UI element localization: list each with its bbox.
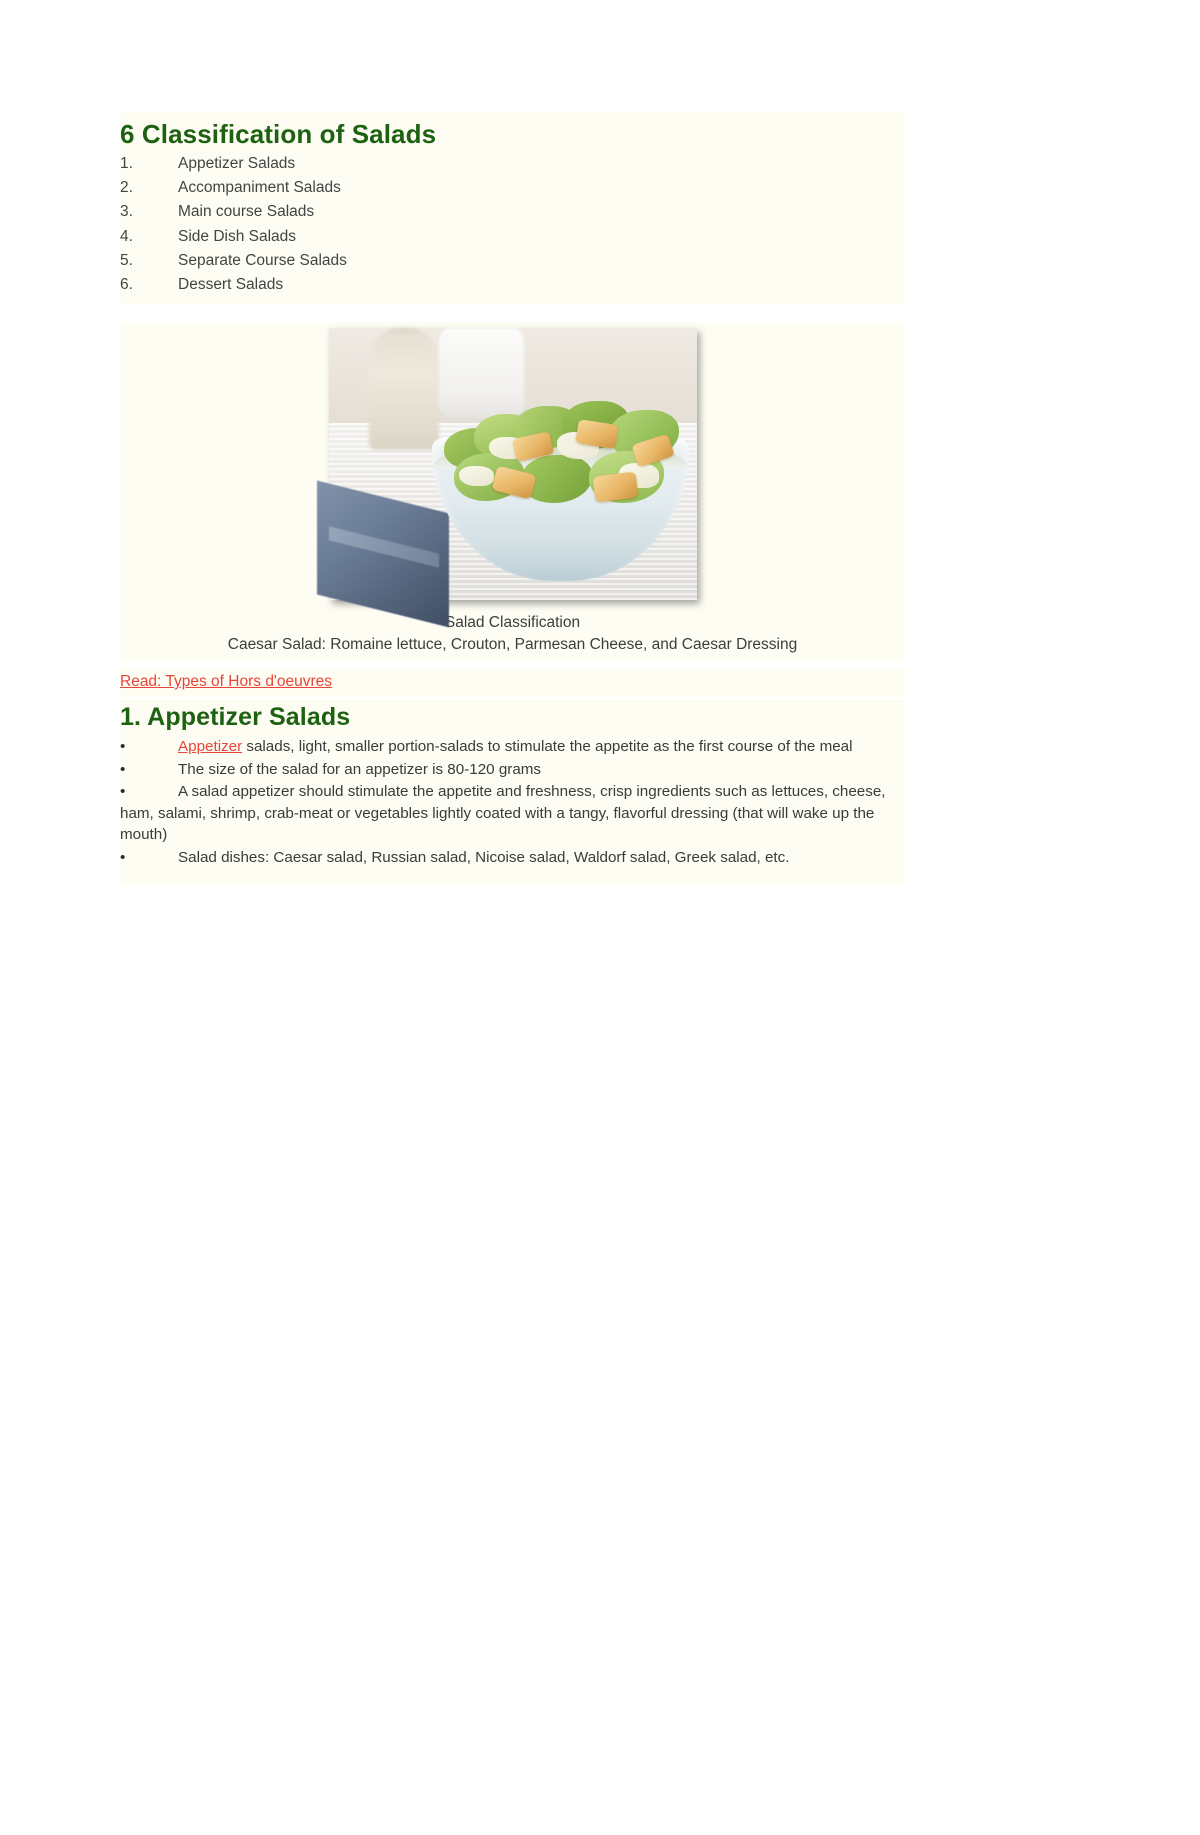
photo-dressing-bottle <box>368 333 439 451</box>
figure-section: Salad Classification Caesar Salad: Romai… <box>120 322 905 662</box>
list-item-label: Separate Course Salads <box>178 251 347 269</box>
figure-caption-line-2: Caesar Salad: Romaine lettuce, Crouton, … <box>227 636 798 653</box>
list-item-number: 3. <box>120 203 133 221</box>
photo-parmesan-shaving <box>458 465 494 487</box>
classification-list: 1. Appetizer Salads 2. Accompaniment Salad… <box>120 152 905 297</box>
list-item-number: 2. <box>120 179 133 197</box>
list-item: 3. Main course Salads <box>120 200 905 224</box>
figure-caption: Salad Classification Caesar Salad: Romai… <box>120 600 905 656</box>
list-item: • The size of the salad for an appetizer … <box>120 759 905 781</box>
read-more-section: Read: Types of Hors d'oeuvres <box>120 668 905 697</box>
list-item: • Salad dishes: Caesar salad, Russian sal… <box>120 847 905 869</box>
list-item-number: 6. <box>120 276 133 294</box>
list-item: 4. Side Dish Salads <box>120 225 905 249</box>
caesar-salad-image <box>317 328 697 628</box>
list-item-text: salads, light, smaller portion-salads to… <box>242 738 853 755</box>
appetizer-salads-section: 1. Appetizer Salads • Appetizer salads, l… <box>120 700 905 885</box>
section-title: 1. Appetizer Salads <box>120 703 351 731</box>
photo-crouton <box>592 471 638 503</box>
classification-section: 6 Classification of Salads 1. Appetizer S… <box>120 112 905 306</box>
list-item-number: 4. <box>120 227 133 245</box>
list-item-label: Accompaniment Salads <box>178 179 341 197</box>
bullet-icon: • <box>120 783 126 800</box>
photo-salad-greens <box>439 401 689 504</box>
appetizer-inline-link[interactable]: Appetizer <box>178 738 242 755</box>
list-item-text: The size of the salad for an appetizer i… <box>178 760 542 778</box>
bullet-icon: • <box>120 848 126 866</box>
list-item-text: A salad appetizer should stimulate the a… <box>120 783 886 843</box>
bullet-icon: • <box>120 760 126 778</box>
list-item-number: 1. <box>120 155 133 172</box>
list-item-label: Main course Salads <box>178 203 315 221</box>
list-item: 5. Separate Course Salads <box>120 249 905 273</box>
list-item: 2. Accompaniment Salads <box>120 176 905 200</box>
figure-caption-line-1: Salad Classification <box>444 614 581 631</box>
page-title: 6 Classification of Salads <box>120 119 437 149</box>
document-page: 6 Classification of Salads 1. Appetizer S… <box>0 0 1200 1835</box>
list-item-label: Side Dish Salads <box>178 227 297 245</box>
list-item: • A salad appetizer should stimulate the … <box>120 781 905 846</box>
list-item: • Appetizer salads, light, smaller portio… <box>120 736 905 758</box>
list-item: 1. Appetizer Salads <box>120 152 905 176</box>
list-item-label: Appetizer Salads <box>178 155 296 172</box>
figure-wrapper: Salad Classification Caesar Salad: Romai… <box>120 322 905 656</box>
list-item: 6. Dessert Salads <box>120 273 905 297</box>
list-item-text: Salad dishes: Caesar salad, Russian sala… <box>178 848 790 866</box>
bullet-icon: • <box>120 738 126 755</box>
appetizer-bullet-list: • Appetizer salads, light, smaller portio… <box>120 736 905 868</box>
read-more-link[interactable]: Read: Types of Hors d'oeuvres <box>120 670 332 694</box>
list-item-number: 5. <box>120 251 133 269</box>
list-item-label: Dessert Salads <box>178 276 284 294</box>
